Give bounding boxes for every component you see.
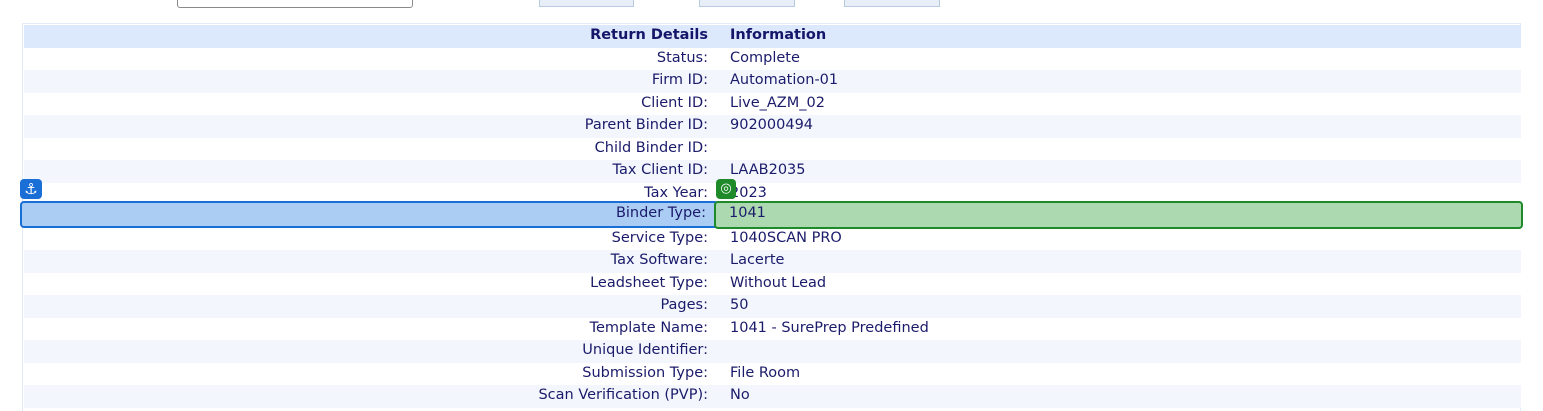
row-label: Unique Identifier: (582, 342, 708, 358)
top-toolbar (0, 0, 1543, 22)
row-label: Tax Software: (610, 252, 708, 268)
binder-type-value-cell[interactable] (714, 201, 1523, 229)
table-row: Submission Type: File Room (24, 362, 1521, 385)
row-value: LAAB2035 (730, 162, 806, 178)
row-label: Service Type: (611, 229, 708, 246)
target-icon[interactable]: ◎ (716, 179, 736, 199)
row-value: Lacerte (730, 252, 785, 268)
table-row: Tax Client ID: LAAB2035 (24, 160, 1521, 183)
table-row: Service Type: 1040SCAN PRO (24, 227, 1521, 250)
table-row: Tax Software: Lacerte (24, 250, 1521, 273)
table-row: Unique Identifier: (24, 340, 1521, 363)
toolbar-button-3[interactable] (844, 0, 940, 7)
row-value: 1040SCAN PRO (730, 229, 842, 246)
row-label: Child Binder ID: (594, 139, 708, 156)
row-value: 1041 - SurePrep Predefined (730, 319, 929, 336)
row-label: Firm ID: (651, 72, 708, 88)
row-label: Pages: (660, 297, 708, 313)
row-label: Tax Year: (644, 184, 708, 201)
row-label: Template Name: (589, 319, 708, 336)
row-value: 902000494 (730, 117, 814, 133)
binder-type-label: Binder Type: (615, 205, 706, 221)
table-row: Client ID: Live_AZM_02 (24, 92, 1521, 115)
table-row: Status: Complete (24, 47, 1521, 70)
row-label: Leadsheet Type: (590, 274, 708, 291)
row-label: Scan Verification (PVP): (538, 387, 708, 403)
table-row: Scan Verification (PVP): No (24, 385, 1521, 408)
toolbar-button-2[interactable] (699, 0, 795, 7)
table-row: Leadsheet Type: Without Lead (24, 272, 1521, 295)
row-value: Automation-01 (730, 72, 839, 88)
search-input[interactable] (177, 0, 413, 8)
row-label: Tax Client ID: (612, 162, 708, 178)
table-header-row: Return Details Information (24, 25, 1521, 48)
row-label: Parent Binder ID: (584, 117, 708, 133)
toolbar-button-1[interactable] (539, 0, 634, 7)
row-value: File Room (730, 364, 801, 381)
row-value: 50 (730, 297, 749, 313)
anchor-icon[interactable]: ⚓ (20, 179, 42, 199)
row-value: Without Lead (730, 274, 827, 291)
table-row: Template Name: 1041 - SurePrep Predefine… (24, 317, 1521, 340)
row-label: Submission Type: (582, 364, 708, 381)
row-label: Status: (656, 49, 708, 66)
table-row: Parent Binder ID: 902000494 (24, 115, 1521, 138)
header-return-details: Return Details (590, 27, 708, 43)
row-value: Complete (730, 49, 800, 66)
row-value: Live_AZM_02 (730, 94, 825, 111)
binder-type-value: 1041 (729, 205, 766, 221)
header-information: Information (730, 27, 827, 43)
row-label: Client ID: (641, 94, 708, 111)
table-row: Firm ID: Automation-01 (24, 70, 1521, 93)
table-row: Pages: 50 (24, 295, 1521, 318)
table-row: Child Binder ID: (24, 137, 1521, 160)
row-value: No (730, 387, 750, 403)
